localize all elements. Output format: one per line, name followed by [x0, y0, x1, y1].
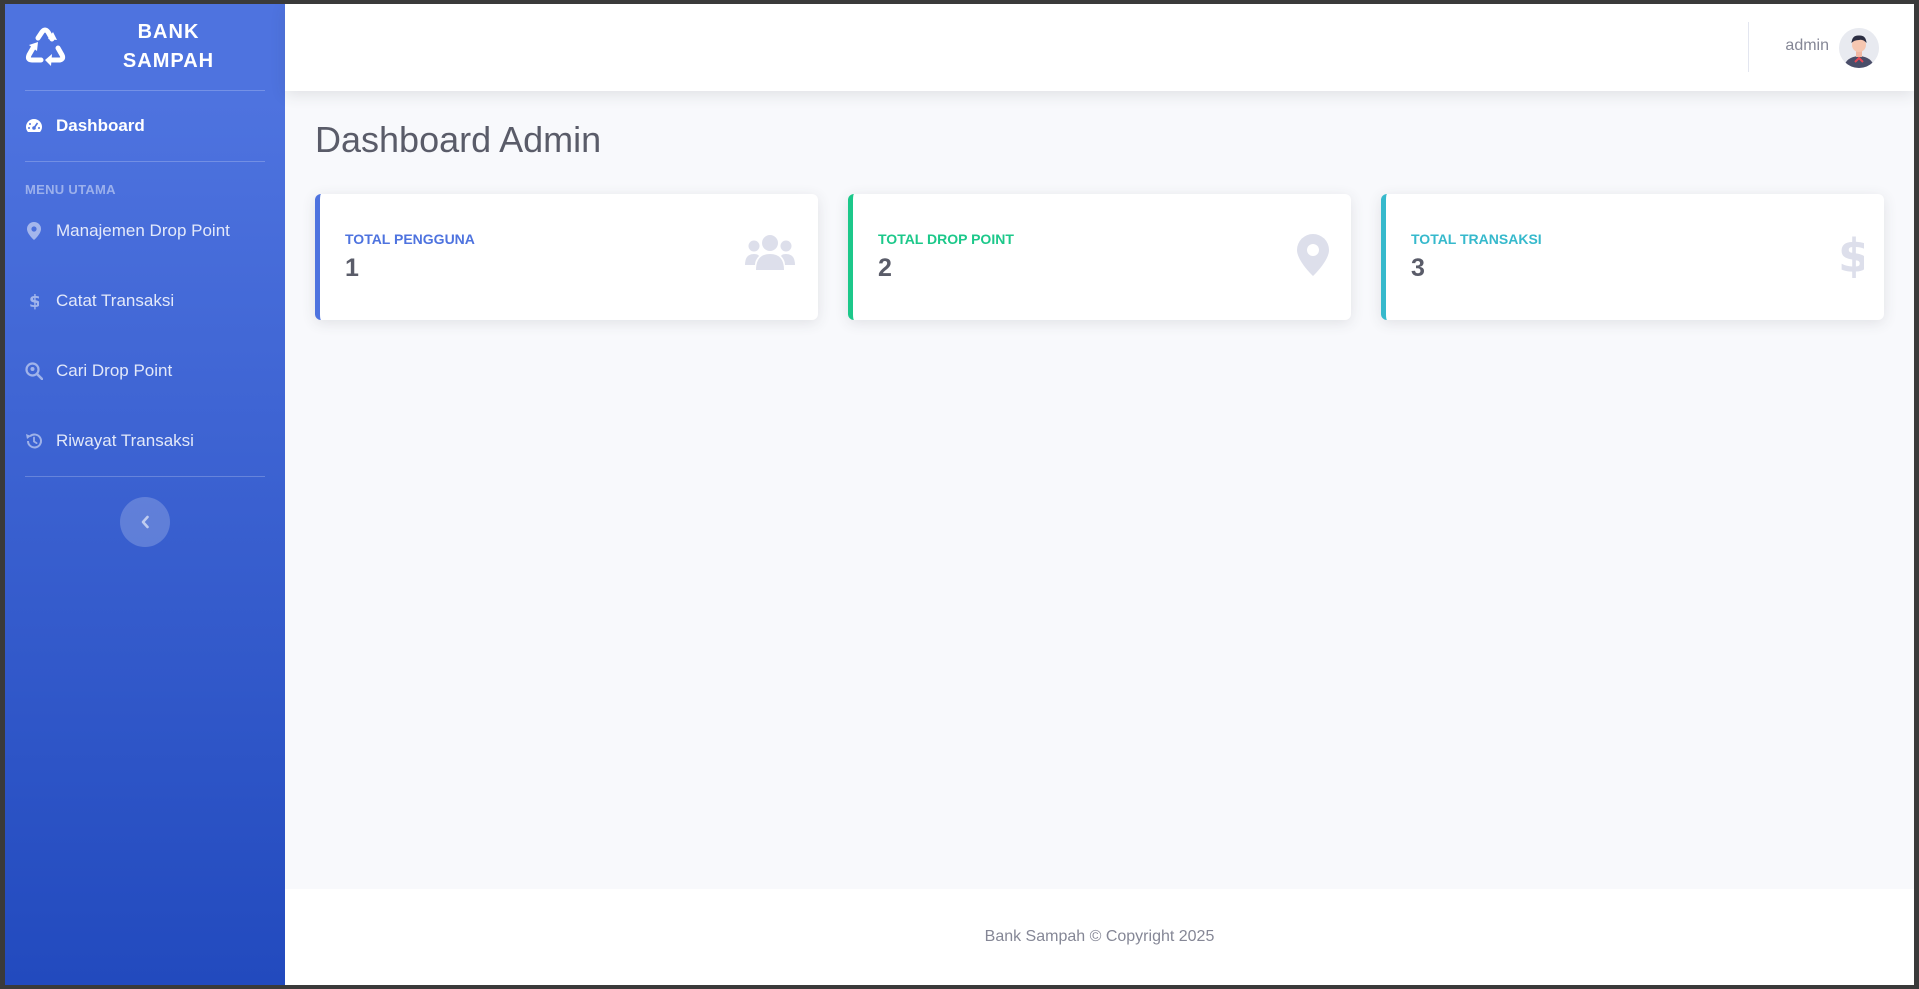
- sidebar-divider: [25, 476, 265, 477]
- sidebar-heading: MENU UTAMA: [25, 182, 116, 197]
- main-content: Dashboard Admin TOTAL PENGGUNA 1 TOTAL D…: [285, 91, 1914, 889]
- users-icon: [745, 235, 795, 270]
- card-value: 3: [1411, 254, 1425, 282]
- content-wrapper: admin Dashboard Admin TOTAL PENGGUNA 1 T…: [285, 4, 1914, 985]
- stats-cards: TOTAL PENGGUNA 1 TOTAL DROP POINT 2 TOTA…: [315, 194, 1884, 320]
- dollar-icon: $: [25, 292, 43, 310]
- user-avatar[interactable]: [1839, 28, 1879, 68]
- dollar-icon: $: [1838, 234, 1864, 278]
- app-window: BANK SAMPAH Dashboard MENU UTAMA Manajem…: [5, 4, 1914, 985]
- brand-name: BANK SAMPAH: [122, 21, 215, 72]
- search-location-icon: [25, 362, 43, 380]
- copyright-text: Bank Sampah © Copyright 2025: [984, 928, 1215, 945]
- card-total-drop-point: TOTAL DROP POINT 2: [848, 194, 1351, 320]
- topbar-divider: [1748, 22, 1749, 72]
- card-total-transaksi: TOTAL TRANSAKSI 3 $: [1381, 194, 1884, 320]
- sidebar-item-label: Riwayat Transaksi: [56, 431, 194, 450]
- sidebar: BANK SAMPAH Dashboard MENU UTAMA Manajem…: [5, 4, 285, 985]
- card-value: 2: [878, 254, 892, 282]
- card-label: TOTAL TRANSAKSI: [1411, 231, 1542, 247]
- page-title: Dashboard Admin: [315, 119, 602, 160]
- card-label: TOTAL PENGGUNA: [345, 231, 475, 247]
- user-name[interactable]: admin: [1785, 37, 1829, 55]
- history-icon: [25, 432, 43, 450]
- map-marker-icon: [1297, 234, 1329, 276]
- sidebar-item-label: Catat Transaksi: [56, 291, 175, 310]
- sidebar-item-dashboard[interactable]: Dashboard: [5, 91, 285, 161]
- map-marker-icon: [25, 222, 43, 240]
- recycle-icon: [25, 27, 66, 66]
- sidebar-item-label: Cari Drop Point: [56, 361, 173, 380]
- footer: Bank Sampah © Copyright 2025: [285, 889, 1914, 985]
- card-label: TOTAL DROP POINT: [878, 231, 1014, 247]
- sidebar-item-cari-drop-point[interactable]: Cari Drop Point: [5, 336, 285, 406]
- sidebar-item-label: Dashboard: [56, 116, 145, 135]
- chevron-left-icon: [141, 515, 149, 529]
- sidebar-brand[interactable]: BANK SAMPAH: [5, 4, 285, 90]
- sidebar-item-label: Manajemen Drop Point: [56, 221, 230, 240]
- card-value: 1: [345, 254, 359, 282]
- card-total-pengguna: TOTAL PENGGUNA 1: [315, 194, 818, 320]
- tachometer-icon: [25, 117, 43, 135]
- sidebar-item-manajemen-drop-point[interactable]: Manajemen Drop Point: [5, 196, 285, 266]
- svg-text:$: $: [29, 292, 39, 310]
- sidebar-item-catat-transaksi[interactable]: $ Catat Transaksi: [5, 266, 285, 336]
- svg-text:$: $: [1838, 234, 1864, 278]
- sidebar-item-riwayat-transaksi[interactable]: Riwayat Transaksi: [5, 406, 285, 476]
- sidebar-toggle-button[interactable]: [120, 497, 170, 547]
- topbar: admin: [285, 4, 1914, 91]
